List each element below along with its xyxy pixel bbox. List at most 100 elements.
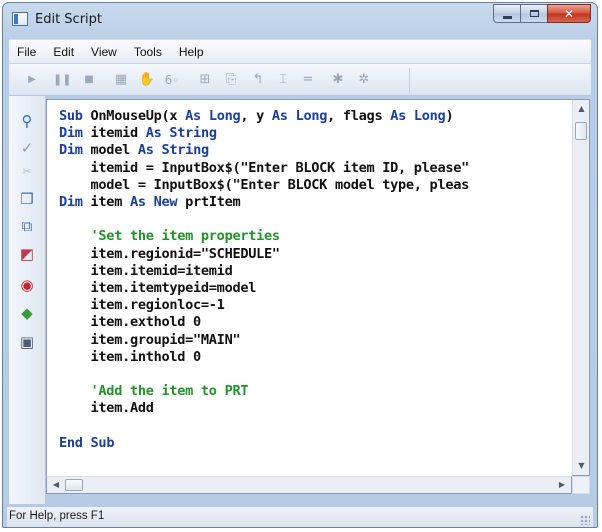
code-keyword: String	[169, 125, 217, 142]
code-line[interactable]: Sub OnMouseUp(x As Long, y As Long, flag…	[59, 108, 454, 125]
code-line[interactable]: item.regionid="SCHEDULE"	[59, 245, 281, 263]
code-line[interactable]: itemid = InputBox$("Enter BLOCK item ID,…	[59, 160, 470, 177]
maximize-button[interactable]	[520, 4, 547, 23]
vertical-scroll-thumb[interactable]	[575, 122, 587, 140]
code-line[interactable]: item.Add	[59, 400, 154, 417]
code-text: item.groupid="MAIN"	[59, 331, 241, 348]
resize-grip-icon[interactable]	[580, 515, 590, 525]
caption-buttons: ✕	[493, 4, 591, 24]
menu-edit[interactable]: Edit	[45, 45, 83, 59]
watch-icon[interactable]: 6◦	[163, 72, 181, 88]
code-editor[interactable]: Sub OnMouseUp(x As Long, y As Long, flag…	[46, 99, 573, 478]
breakpoint-icon[interactable]: ✱	[329, 72, 347, 88]
close-icon: ✕	[563, 6, 575, 21]
code-text: item.itemtypeid=model	[59, 280, 257, 296]
close-button[interactable]: ✕	[547, 4, 591, 23]
play-icon[interactable]: ▶	[23, 72, 41, 88]
code-keyword: Long	[295, 108, 328, 124]
code-text: item	[82, 194, 130, 210]
find-icon[interactable]: ⚲	[18, 112, 36, 130]
cut-icon[interactable]: ✂	[18, 163, 36, 181]
horizontal-scroll-thumb[interactable]	[65, 479, 83, 491]
code-line[interactable]: 'Set the item properties	[59, 228, 281, 245]
code-line[interactable]: item.regionloc=-1	[59, 297, 225, 314]
code-line[interactable]: item.inthold 0	[59, 348, 202, 366]
scroll-right-icon[interactable]: ▶	[554, 477, 570, 493]
code-line[interactable]: item.itemtypeid=model	[59, 280, 257, 297]
calendar-icon[interactable]: ▦	[112, 72, 130, 88]
code-keyword: As	[390, 108, 406, 124]
code-keyword: As	[271, 108, 288, 124]
code-text: itemid	[82, 125, 146, 142]
step-icon[interactable]: ⊞	[196, 72, 214, 88]
indent-icon[interactable]: ⌶	[274, 72, 292, 88]
code-keyword: As	[185, 108, 201, 124]
menu-view[interactable]: View	[83, 45, 126, 59]
pick-icon[interactable]: ✓	[18, 139, 36, 157]
code-text: item.regionid="SCHEDULE"	[59, 245, 281, 262]
toolbar-separator	[409, 68, 410, 93]
vertical-scrollbar[interactable]: ▲ ▼	[572, 99, 590, 476]
status-text: For Help, press F1	[9, 510, 105, 522]
step-over-icon[interactable]: ⎘	[222, 72, 240, 88]
code-text: item.Add	[59, 400, 154, 417]
equals-icon[interactable]: =	[299, 72, 317, 88]
debug-sidebar: ⚲ ✓ ✂ ❒ ⧉ ◩ ◉ ◆ ▣	[9, 96, 46, 504]
code-comment: 'Set the item properties	[59, 228, 281, 245]
code-keyword: String	[161, 142, 210, 159]
pause-icon[interactable]: ❚❚	[53, 72, 71, 88]
menu-file[interactable]: File	[9, 45, 45, 59]
scroll-corner	[572, 476, 590, 494]
code-keyword: Sub	[90, 434, 115, 451]
minimize-button[interactable]	[493, 4, 520, 23]
component-icon[interactable]: ◆	[18, 304, 36, 322]
macro-icon[interactable]: ◩	[18, 245, 36, 263]
code-line[interactable]: 'Add the item to PRT	[59, 383, 249, 400]
menu-help[interactable]: Help	[171, 45, 213, 59]
scroll-up-icon[interactable]: ▲	[573, 101, 590, 117]
edit-script-window: Edit Script ✕ File Edit View Tools Help …	[2, 2, 598, 528]
menu-tools[interactable]: Tools	[126, 45, 171, 59]
window-title: Edit Script	[35, 12, 103, 27]
code-line[interactable]: item.itemid=itemid	[59, 263, 233, 280]
code-text: item.exthold 0	[59, 314, 202, 331]
reference-icon[interactable]: ▣	[18, 333, 36, 351]
clear-breakpoint-icon[interactable]: ✲	[355, 72, 373, 88]
sound-icon[interactable]: ◉	[18, 276, 36, 294]
hand-icon[interactable]: ✋	[138, 72, 156, 88]
code-text: prtItem	[177, 194, 241, 210]
code-line[interactable]: model = InputBox$("Enter BLOCK model typ…	[59, 176, 470, 194]
code-line[interactable]: End Sub	[59, 435, 114, 452]
stop-icon[interactable]: ■	[80, 72, 98, 88]
code-line[interactable]: item.exthold 0	[59, 314, 202, 331]
code-keyword: End	[59, 434, 83, 451]
toolbar: ▶ ❚❚ ■ ▦ ✋ 6◦ ⊞ ⎘ ↰ ⌶ = ✱ ✲	[9, 63, 591, 96]
scroll-down-icon[interactable]: ▼	[573, 458, 590, 474]
minimize-icon	[502, 15, 512, 19]
code-line[interactable]: Dim model As String	[59, 142, 209, 159]
title-bar[interactable]: Edit Script ✕	[3, 3, 597, 37]
code-text: OnMouseUp(x	[82, 108, 186, 124]
code-keyword: Dim	[59, 125, 83, 142]
code-keyword: As	[129, 194, 146, 210]
horizontal-scrollbar[interactable]: ◀ ▶	[46, 476, 572, 494]
code-line[interactable]: Dim item As New prtItem	[59, 194, 241, 211]
code-keyword: Long	[413, 108, 446, 124]
code-keyword: As	[137, 142, 154, 159]
app-icon	[12, 12, 28, 26]
code-line[interactable]: item.groupid="MAIN"	[59, 331, 241, 349]
step-out-icon[interactable]: ↰	[249, 72, 267, 88]
code-keyword: As	[145, 125, 162, 142]
code-text: item.inthold 0	[59, 348, 202, 365]
code-line[interactable]: Dim itemid As String	[59, 125, 217, 142]
scroll-left-icon[interactable]: ◀	[48, 477, 64, 493]
object-icon[interactable]: ❒	[18, 190, 36, 208]
code-text: , flags	[327, 108, 391, 124]
code-text: model = InputBox$("Enter BLOCK model typ…	[59, 176, 470, 193]
maximize-icon	[529, 10, 539, 17]
dialog-icon[interactable]: ⧉	[18, 217, 36, 235]
